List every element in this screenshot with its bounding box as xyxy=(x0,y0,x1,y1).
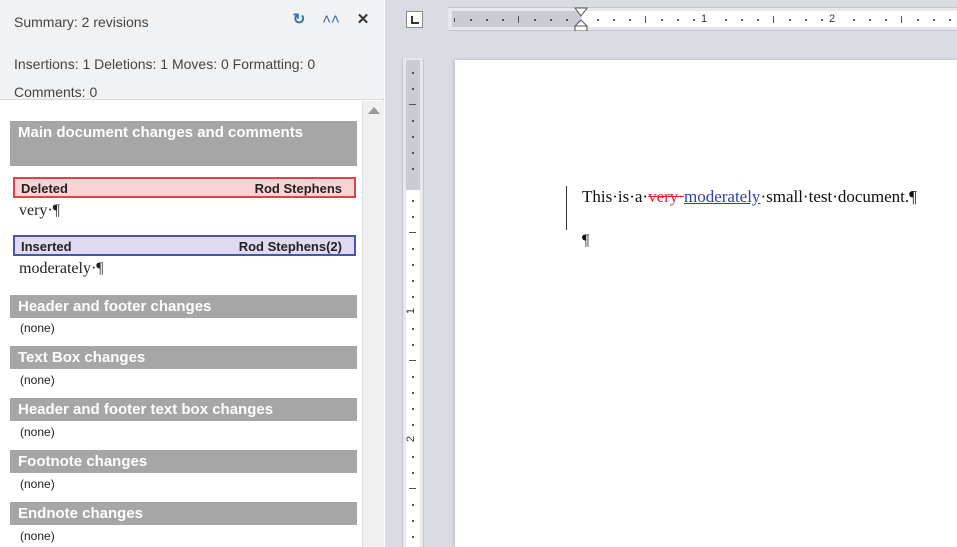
none-label: (none) xyxy=(20,477,55,491)
vertical-ruler[interactable]: 1 2 xyxy=(402,58,424,547)
section-main-document-label: Main document changes and comments xyxy=(18,124,304,141)
section-footnote-label: Footnote changes xyxy=(18,453,148,470)
close-icon[interactable]: ✕ xyxy=(354,10,372,30)
refresh-icon[interactable]: ↻ xyxy=(290,10,308,30)
scroll-up-arrow-icon[interactable] xyxy=(368,107,380,114)
paragraph-mark[interactable]: ¶ xyxy=(582,232,589,250)
none-label: (none) xyxy=(20,425,55,439)
section-endnote: Endnote changes xyxy=(10,502,357,525)
revision-change-bar xyxy=(566,186,567,230)
revisions-list[interactable]: Main document changes and comments Delet… xyxy=(0,101,368,547)
revision-deleted[interactable]: Deleted Rod Stephens xyxy=(13,177,356,198)
none-label: (none) xyxy=(20,373,55,387)
section-text-box-label: Text Box changes xyxy=(18,349,146,366)
section-endnote-label: Endnote changes xyxy=(18,505,144,522)
revision-stats-counts: Insertions: 1 Deletions: 1 Moves: 0 Form… xyxy=(14,56,316,72)
revisions-pane: Summary: 2 revisions ↻ ˄˄ ✕ Insertions: … xyxy=(0,0,384,547)
section-text-box: Text Box changes xyxy=(10,346,357,369)
revision-type-label: Inserted xyxy=(21,239,72,254)
document-page[interactable] xyxy=(455,60,957,547)
section-header-footer-text-box-label: Header and footer text box changes xyxy=(18,401,274,418)
document-text-line[interactable]: This·is·a·very·moderately·small·test·doc… xyxy=(582,187,917,207)
deleted-text[interactable]: very· xyxy=(648,187,684,206)
section-header-footer: Header and footer changes xyxy=(10,295,357,318)
revision-deleted-text: very·¶ xyxy=(19,202,61,219)
document-text: This·is·a· xyxy=(582,187,649,206)
ruler-ticks xyxy=(409,72,416,538)
tab-stop-selector[interactable] xyxy=(406,11,423,28)
revisions-summary-title: Summary: 2 revisions xyxy=(14,14,149,30)
horizontal-ruler[interactable]: 1 2 xyxy=(448,7,957,31)
inserted-text[interactable]: moderately xyxy=(684,187,760,206)
none-label: (none) xyxy=(20,321,55,335)
pane-toolbar: ↻ ˄˄ ✕ xyxy=(290,10,372,30)
revision-type-label: Deleted xyxy=(21,181,68,196)
revisions-pane-header: Summary: 2 revisions ↻ ˄˄ ✕ Insertions: … xyxy=(0,0,384,100)
section-footnote: Footnote changes xyxy=(10,450,357,473)
section-main-document: Main document changes and comments xyxy=(10,121,357,166)
section-header-footer-label: Header and footer changes xyxy=(18,298,212,315)
revision-author: Rod Stephens(2) xyxy=(238,239,342,254)
ruler-ticks xyxy=(454,16,951,23)
revision-author: Rod Stephens xyxy=(254,181,342,196)
section-header-footer-text-box: Header and footer text box changes xyxy=(10,398,357,421)
revision-inserted[interactable]: Inserted Rod Stephens(2) xyxy=(13,235,356,256)
revisions-scrollbar[interactable] xyxy=(362,101,384,547)
revision-stats: Insertions: 1 Deletions: 1 Moves: 0 Form… xyxy=(14,50,374,106)
revision-inserted-text: moderately·¶ xyxy=(19,260,104,277)
none-label: (none) xyxy=(20,529,55,543)
document-text: ·small·test·document.¶ xyxy=(760,187,917,206)
collapse-icon[interactable]: ˄˄ xyxy=(322,10,340,30)
